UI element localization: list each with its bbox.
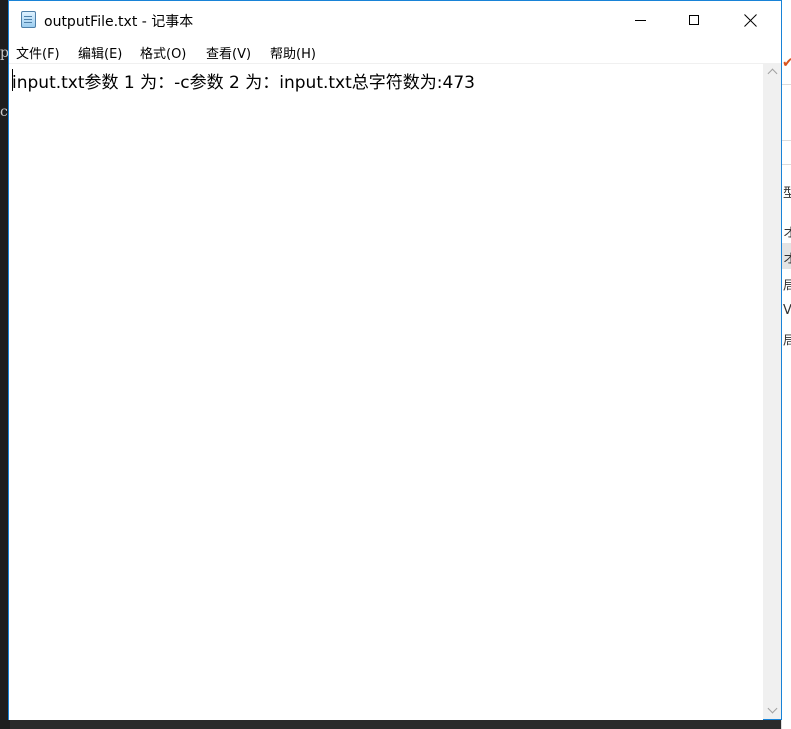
menu-edit[interactable]: 编辑(E) <box>78 43 122 62</box>
divider <box>782 140 791 141</box>
menu-view[interactable]: 查看(V) <box>206 43 251 62</box>
background-window-right: ✔ 型 オ オ 局 V 局 <box>781 0 791 729</box>
background-char: V <box>783 303 791 318</box>
title-bar[interactable]: outputFile.txt - 记事本 <box>9 1 781 39</box>
menu-bar: 文件(F) 编辑(E) 格式(O) 查看(V) 帮助(H) <box>9 39 781 63</box>
checkmark-icon: ✔ <box>782 55 791 71</box>
chevron-up-icon <box>767 68 777 79</box>
background-char: オ <box>783 252 791 267</box>
divider <box>782 84 791 85</box>
editor-content[interactable]: input.txt参数 1 为：-c参数 2 为：input.txt总字符数为:… <box>12 68 475 93</box>
menu-file[interactable]: 文件(F) <box>16 43 60 62</box>
background-char: c <box>0 104 8 120</box>
background-char: 局 <box>783 334 791 349</box>
text-editor[interactable]: input.txt参数 1 为：-c参数 2 为：input.txt总字符数为:… <box>9 63 763 720</box>
divider <box>782 164 791 165</box>
close-button[interactable] <box>727 1 773 39</box>
menu-help[interactable]: 帮助(H) <box>270 43 316 62</box>
chevron-down-icon <box>767 703 777 714</box>
close-icon <box>744 14 757 27</box>
scroll-down-button[interactable] <box>763 702 781 719</box>
window-title: outputFile.txt - 记事本 <box>44 14 194 30</box>
background-char: 局 <box>783 279 791 294</box>
maximize-button[interactable] <box>671 1 717 39</box>
notepad-window: outputFile.txt - 记事本 文件(F) 编辑(E) 格式(O) 查… <box>8 0 782 720</box>
menu-format[interactable]: 格式(O) <box>140 43 186 62</box>
scroll-up-button[interactable] <box>763 63 781 80</box>
background-char: オ <box>783 226 791 241</box>
vertical-scrollbar[interactable] <box>763 63 781 719</box>
notepad-icon[interactable] <box>21 11 36 28</box>
background-char: 型 <box>783 186 791 201</box>
minimize-button[interactable] <box>617 1 663 39</box>
minimize-icon <box>634 19 646 21</box>
maximize-icon <box>689 15 699 25</box>
